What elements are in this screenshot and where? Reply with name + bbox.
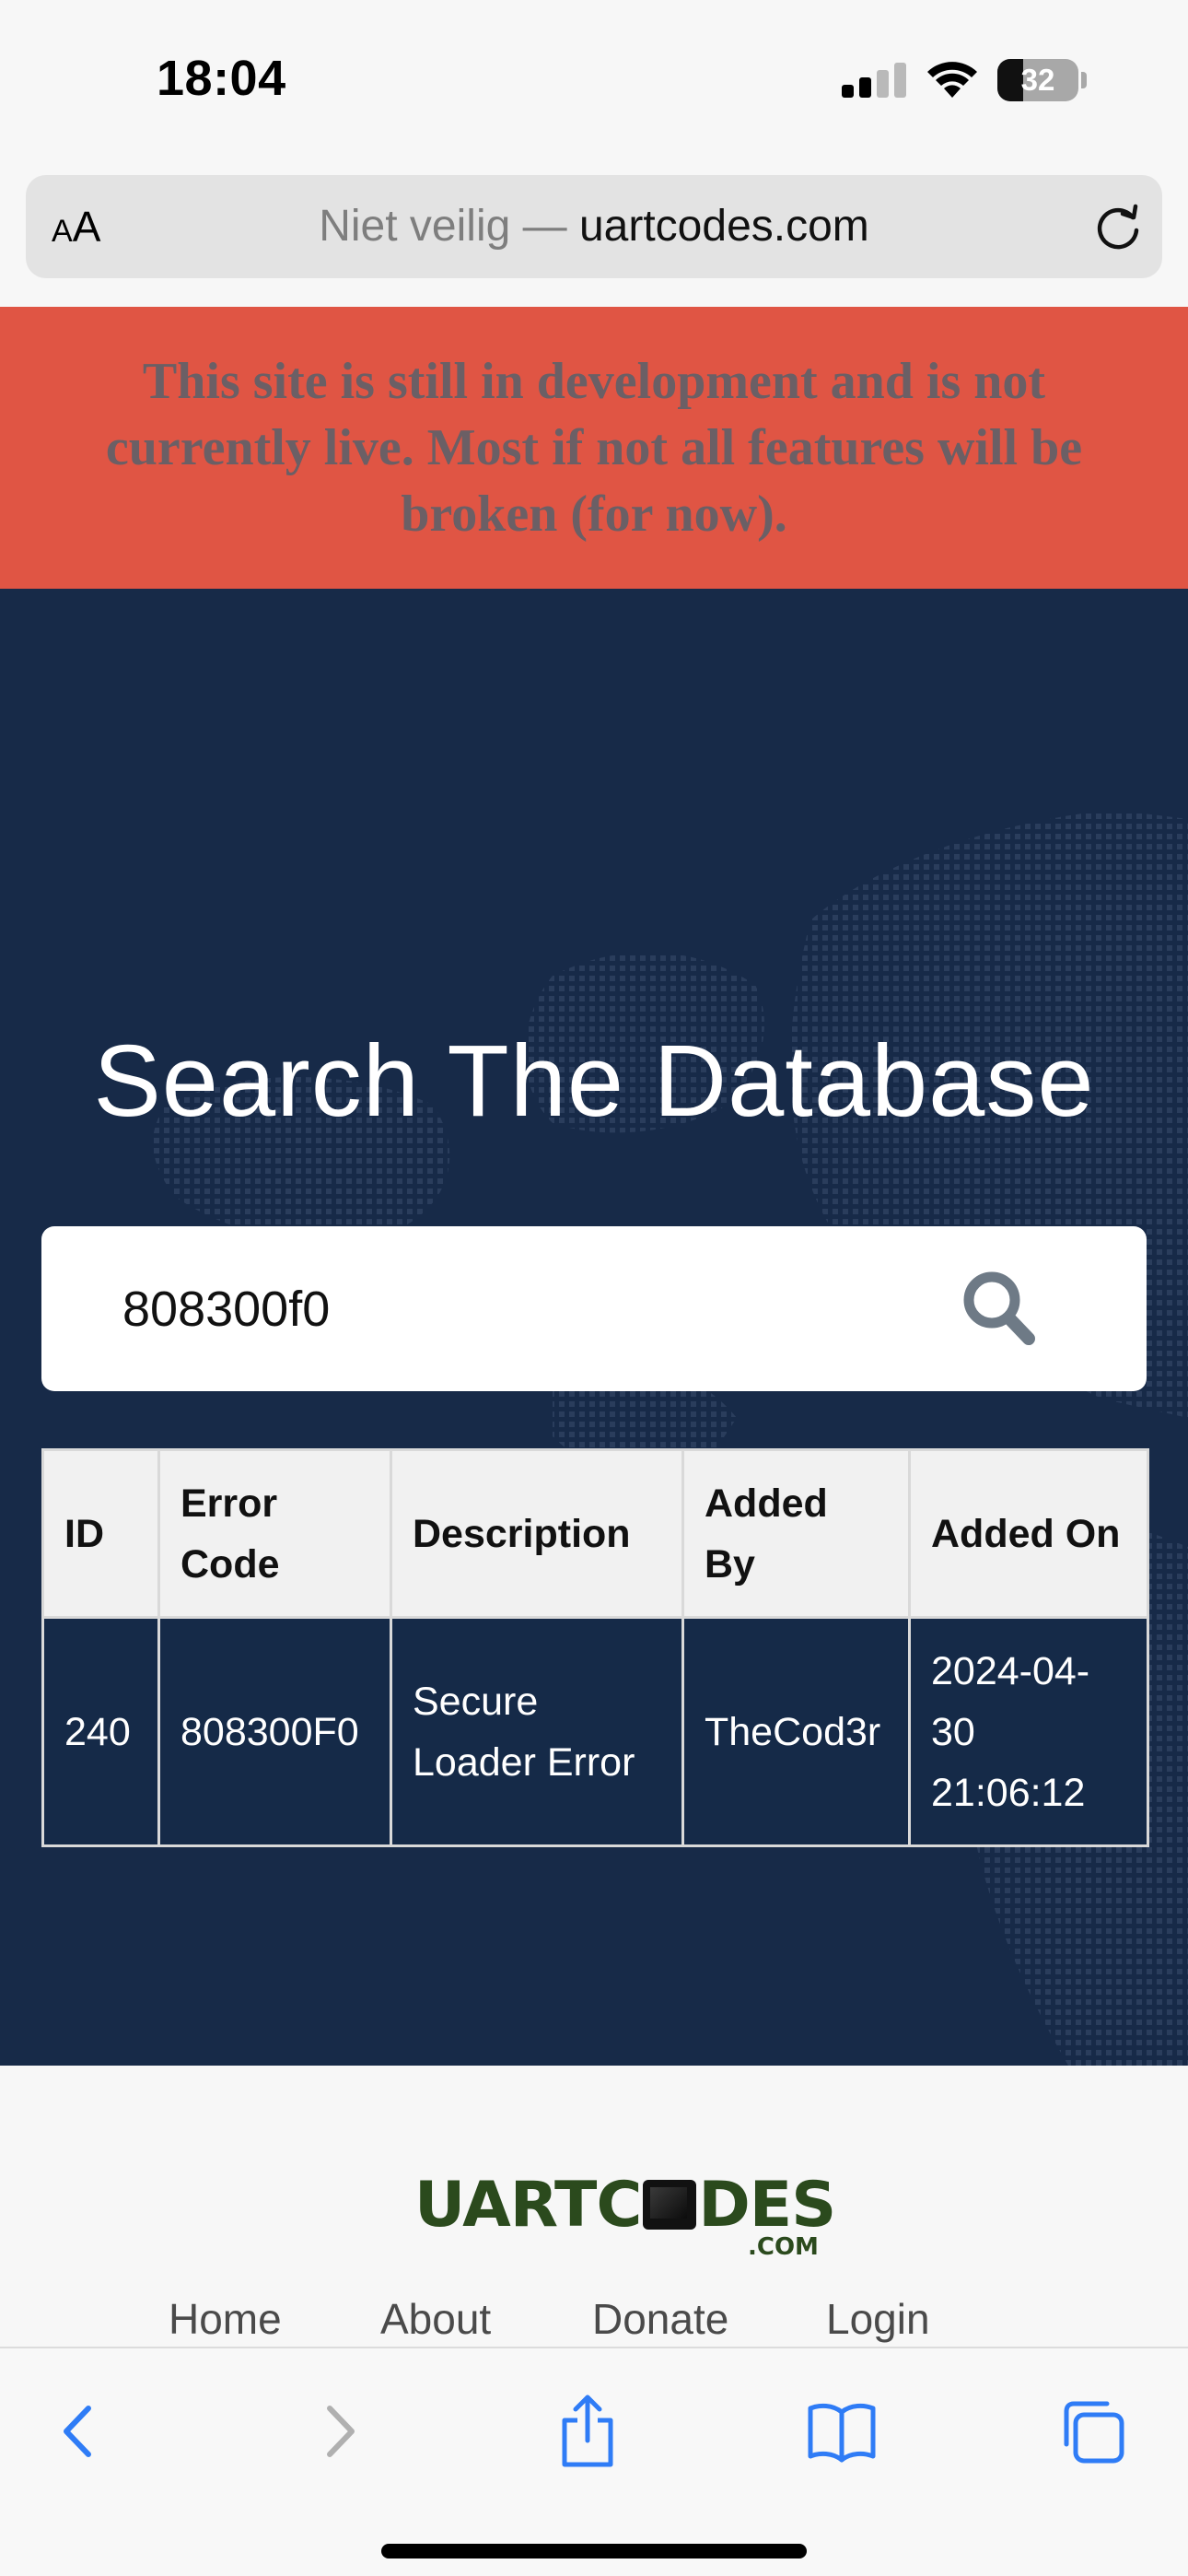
cell-added-by: TheCod3r <box>681 1616 911 1847</box>
column-header-description: Description <box>390 1448 684 1619</box>
column-header-error-code: Error Code <box>157 1448 392 1619</box>
share-button[interactable] <box>542 2385 634 2477</box>
forward-button[interactable] <box>293 2385 385 2477</box>
table-row: 240 808300F0 Secure Loader Error TheCod3… <box>41 1616 1149 1847</box>
column-header-added-by: Added By <box>681 1448 911 1619</box>
results-table: ID Error Code Description Added By Added… <box>41 1448 1149 1847</box>
search-input[interactable] <box>122 1270 914 1348</box>
reload-icon[interactable] <box>1090 199 1146 254</box>
footer-link-home[interactable]: Home <box>169 2294 282 2344</box>
tabs-icon <box>1064 2401 1124 2464</box>
cell-error-code: 808300F0 <box>157 1616 392 1847</box>
status-bar: 18:04 32 <box>0 0 1188 166</box>
footer-link-about[interactable]: About <box>380 2294 491 2344</box>
magnifier-icon[interactable] <box>953 1263 1045 1355</box>
status-time: 18:04 <box>157 51 286 106</box>
footer-link-donate[interactable]: Donate <box>592 2294 728 2344</box>
search-box <box>41 1226 1147 1391</box>
development-banner: This site is still in development and is… <box>0 307 1188 589</box>
table-header-row: ID Error Code Description Added By Added… <box>41 1448 1149 1619</box>
security-warning: Niet veilig — <box>319 202 579 251</box>
book-icon <box>808 2403 876 2463</box>
chevron-left-icon <box>64 2406 91 2457</box>
footer: UARTC DES .COM Home About Donate Login <box>0 2066 1188 2347</box>
footer-link-login[interactable]: Login <box>826 2294 930 2344</box>
share-icon <box>562 2395 613 2467</box>
cell-description: Secure Loader Error <box>390 1616 684 1847</box>
logo-suffix: .COM <box>748 2233 819 2261</box>
browser-toolbar <box>0 2347 1188 2576</box>
column-header-added-on: Added On <box>908 1448 1149 1619</box>
cell-id: 240 <box>41 1616 160 1847</box>
url-display[interactable]: Niet veilig — uartcodes.com <box>26 201 1162 252</box>
home-indicator <box>381 2544 807 2558</box>
cell-added-on: 2024-04-30 21:06:12 <box>908 1616 1149 1847</box>
terminal-icon <box>643 2180 697 2230</box>
page-title: Search The Database <box>93 1025 1095 1138</box>
development-banner-text: This site is still in development and is… <box>105 353 1083 543</box>
address-bar[interactable]: AA Niet veilig — uartcodes.com <box>26 175 1162 278</box>
bookmarks-button[interactable] <box>796 2385 888 2477</box>
hero-section: Search The Database ID Error Code Descri… <box>0 589 1188 2066</box>
battery-icon: 32 <box>997 59 1078 101</box>
chevron-right-icon <box>327 2406 355 2457</box>
back-button[interactable] <box>33 2385 125 2477</box>
battery-level: 32 <box>1020 63 1055 97</box>
url-domain: uartcodes.com <box>578 202 869 251</box>
cellular-signal-icon <box>842 61 906 98</box>
site-logo[interactable]: UARTC DES .COM <box>414 2167 836 2277</box>
wifi-icon <box>927 62 977 98</box>
battery-tip <box>1081 72 1087 88</box>
tabs-button[interactable] <box>1048 2385 1140 2477</box>
column-header-id: ID <box>41 1448 160 1619</box>
